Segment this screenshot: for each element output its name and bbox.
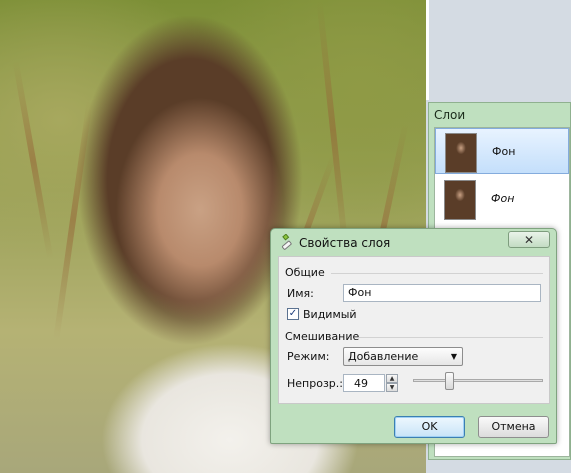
layer-name: Фон: [491, 192, 515, 205]
layer-item-background-selected[interactable]: Фон: [435, 128, 569, 174]
opacity-slider-thumb[interactable]: [444, 372, 454, 390]
blend-group-label: Смешивание: [285, 330, 360, 343]
grass-stalk: [316, 0, 350, 260]
brush-icon: [281, 234, 292, 250]
grass-stalk: [53, 100, 93, 340]
layer-properties-dialog: Свойства слоя ✕ Общие Имя: Фон ✓ Видимый…: [270, 228, 557, 444]
dialog-body: Общие Имя: Фон ✓ Видимый Смешивание Режи…: [278, 256, 550, 404]
close-button[interactable]: ✕: [508, 231, 550, 248]
general-group-label: Общие: [285, 266, 325, 279]
blend-mode-value: Добавление: [348, 350, 419, 363]
layer-thumbnail: [445, 133, 477, 173]
spin-up-icon[interactable]: ▲: [386, 374, 398, 383]
cancel-button[interactable]: Отмена: [478, 416, 549, 438]
opacity-label: Непрозр.:: [287, 377, 343, 390]
divider: [331, 273, 543, 274]
opacity-spinner: ▲ ▼: [386, 374, 398, 392]
layers-panel-title: Слои: [434, 108, 466, 122]
chevron-down-icon: ▼: [450, 352, 457, 361]
spin-down-icon[interactable]: ▼: [386, 383, 398, 392]
layer-name: Фон: [492, 145, 516, 158]
divider: [359, 337, 543, 338]
blend-mode-select[interactable]: Добавление ▼: [343, 347, 463, 366]
visible-label[interactable]: Видимый: [303, 308, 357, 321]
layer-name-input[interactable]: Фон: [343, 284, 541, 302]
dialog-titlebar[interactable]: Свойства слоя ✕: [271, 229, 556, 255]
grass-stalk: [12, 60, 54, 260]
layer-thumbnail: [444, 180, 476, 220]
visible-checkbox[interactable]: ✓: [287, 308, 299, 320]
layer-item-background[interactable]: Фон: [435, 176, 569, 222]
opacity-input[interactable]: 49: [343, 374, 385, 392]
panel-edge: [426, 0, 429, 100]
mode-label: Режим:: [287, 350, 330, 363]
ok-button[interactable]: OK: [394, 416, 465, 438]
dialog-title: Свойства слоя: [299, 236, 391, 250]
opacity-slider-track[interactable]: [413, 379, 543, 382]
name-label: Имя:: [287, 287, 314, 300]
